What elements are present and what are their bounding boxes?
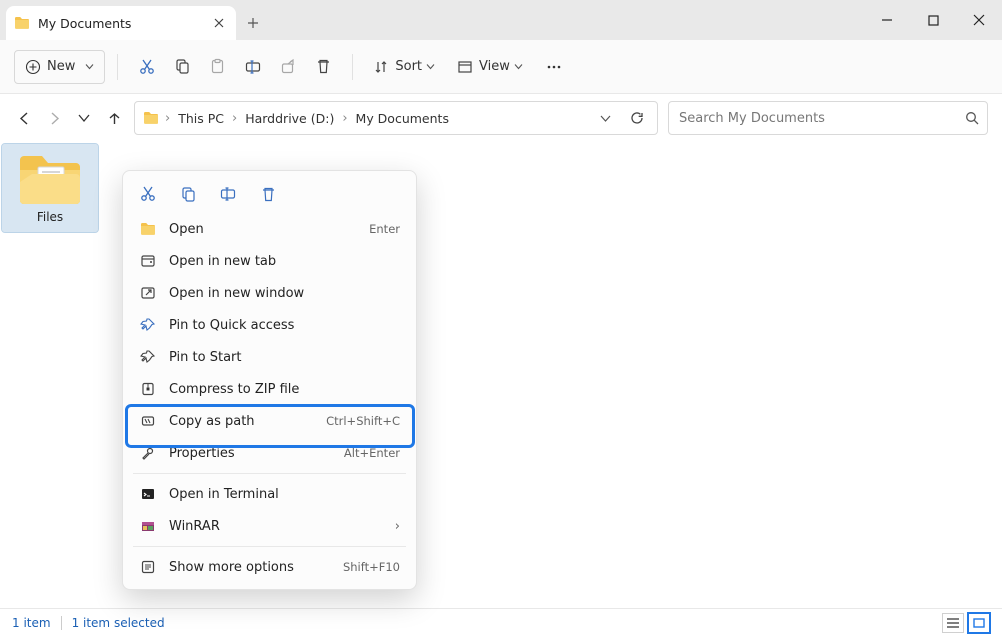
context-menu: Open Enter Open in new tab Open in new w…: [122, 170, 417, 590]
window-controls: [864, 0, 1002, 40]
folder-item[interactable]: Files: [2, 144, 98, 232]
sort-button[interactable]: Sort: [365, 50, 443, 84]
open-window-icon: [139, 284, 157, 302]
forward-button[interactable]: [44, 108, 64, 128]
tab-title: My Documents: [38, 16, 204, 31]
share-button[interactable]: [272, 50, 305, 84]
details-view-button[interactable]: [942, 613, 964, 633]
folder-icon: [139, 220, 157, 238]
ctx-pin-start[interactable]: Pin to Start: [129, 341, 410, 373]
breadcrumb-dropdown[interactable]: [591, 104, 619, 132]
cut-button[interactable]: [137, 183, 159, 205]
chevron-right-icon[interactable]: ›: [163, 111, 172, 126]
chevron-right-icon: ›: [395, 519, 400, 534]
open-tab-icon: [139, 252, 157, 270]
more-button[interactable]: [537, 50, 571, 84]
ctx-compress[interactable]: Compress to ZIP file: [129, 373, 410, 405]
view-button[interactable]: View: [449, 50, 531, 84]
delete-button[interactable]: [257, 183, 279, 205]
navbar: › This PC › Harddrive (D:) › My Document…: [0, 94, 1002, 142]
chevron-right-icon[interactable]: ›: [340, 111, 349, 126]
minimize-button[interactable]: [864, 0, 910, 40]
sort-label: Sort: [395, 59, 422, 74]
item-count: 1 item: [12, 616, 51, 630]
separator: [117, 54, 118, 80]
search-box[interactable]: [668, 101, 988, 135]
ctx-terminal[interactable]: Open in Terminal: [129, 478, 410, 510]
paste-button[interactable]: [201, 50, 234, 84]
view-label: View: [479, 59, 510, 74]
breadcrumb[interactable]: › This PC › Harddrive (D:) › My Document…: [134, 101, 658, 135]
ctx-open-new-window[interactable]: Open in new window: [129, 277, 410, 309]
close-tab-button[interactable]: [212, 16, 226, 30]
ctx-open[interactable]: Open Enter: [129, 213, 410, 245]
chevron-down-icon: [514, 62, 523, 71]
statusbar: 1 item 1 item selected: [0, 608, 1002, 636]
titlebar: My Documents: [0, 0, 1002, 40]
close-button[interactable]: [956, 0, 1002, 40]
delete-button[interactable]: [307, 50, 340, 84]
toolbar: New Sort View: [0, 40, 1002, 94]
icons-view-button[interactable]: [968, 613, 990, 633]
window-tab[interactable]: My Documents: [6, 6, 236, 40]
search-icon: [965, 111, 979, 125]
chevron-down-icon: [85, 62, 94, 71]
cut-button[interactable]: [130, 50, 164, 84]
zip-icon: [139, 380, 157, 398]
separator: [133, 546, 406, 547]
up-button[interactable]: [104, 108, 124, 128]
separator: [133, 473, 406, 474]
ctx-winrar[interactable]: WinRAR ›: [129, 510, 410, 542]
folder-label: Files: [37, 210, 63, 224]
ctx-more-options[interactable]: Show more options Shift+F10: [129, 551, 410, 583]
breadcrumb-item[interactable]: Harddrive (D:): [243, 111, 336, 126]
new-label: New: [47, 59, 75, 74]
back-button[interactable]: [14, 108, 34, 128]
copy-button[interactable]: [166, 50, 199, 84]
new-tab-button[interactable]: [236, 6, 270, 40]
rename-button[interactable]: [236, 50, 270, 84]
maximize-button[interactable]: [910, 0, 956, 40]
chevron-right-icon[interactable]: ›: [230, 111, 239, 126]
ctx-copy-path[interactable]: Copy as path Ctrl+Shift+C: [129, 405, 410, 437]
breadcrumb-item[interactable]: This PC: [176, 111, 226, 126]
context-quick-actions: [129, 177, 410, 213]
refresh-button[interactable]: [623, 104, 651, 132]
winrar-icon: [139, 517, 157, 535]
new-button[interactable]: New: [14, 50, 105, 84]
rename-button[interactable]: [217, 183, 239, 205]
ctx-open-new-tab[interactable]: Open in new tab: [129, 245, 410, 277]
ctx-properties[interactable]: Properties Alt+Enter: [129, 437, 410, 469]
folder-icon: [14, 150, 86, 208]
properties-icon: [139, 444, 157, 462]
selection-count: 1 item selected: [72, 616, 165, 630]
search-input[interactable]: [677, 110, 965, 127]
ctx-pin-quick[interactable]: Pin to Quick access: [129, 309, 410, 341]
folder-icon: [14, 15, 30, 31]
chevron-down-icon: [426, 62, 435, 71]
pin-icon: [139, 316, 157, 334]
separator: [352, 54, 353, 80]
copy-button[interactable]: [177, 183, 199, 205]
pin-icon: [139, 348, 157, 366]
recent-button[interactable]: [74, 108, 94, 128]
terminal-icon: [139, 485, 157, 503]
breadcrumb-item[interactable]: My Documents: [354, 111, 451, 126]
folder-icon: [143, 110, 159, 126]
copy-path-icon: [139, 412, 157, 430]
more-options-icon: [139, 558, 157, 576]
